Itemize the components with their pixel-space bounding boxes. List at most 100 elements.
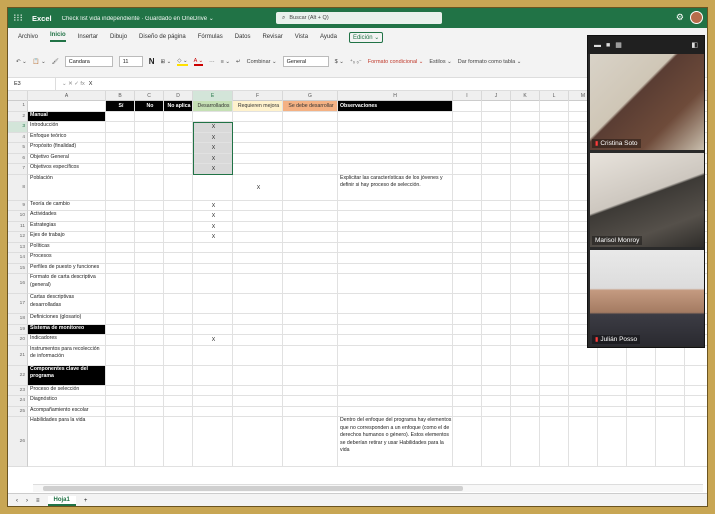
cell-p25[interactable] (656, 406, 685, 417)
cell-h4[interactable] (338, 132, 453, 143)
row-header[interactable]: 25 (8, 406, 28, 417)
cell-l6[interactable] (540, 153, 569, 164)
column-header-j[interactable]: J (482, 91, 511, 101)
cell-d26[interactable] (164, 417, 193, 467)
column-header-d[interactable]: D (164, 91, 193, 101)
cell-g22[interactable] (283, 365, 338, 386)
cell-j6[interactable] (482, 153, 511, 164)
wrap-icon[interactable]: ↵ (236, 59, 241, 65)
cell-e18[interactable] (193, 314, 233, 325)
cell-b10[interactable] (106, 211, 135, 222)
row-header[interactable]: 15 (8, 263, 28, 274)
cell-q23[interactable] (685, 386, 707, 396)
cell-l22[interactable] (540, 365, 569, 386)
cell-j22[interactable] (482, 365, 511, 386)
cell-c7[interactable] (135, 164, 164, 175)
menu-item-inicio[interactable]: Inicio (50, 32, 66, 42)
cell-b24[interactable] (106, 396, 135, 407)
fill-color-icon[interactable]: ◇ ⌄ (177, 58, 188, 66)
cell-l13[interactable] (540, 242, 569, 253)
cell-a14[interactable]: Procesos (28, 253, 106, 264)
cell-n22[interactable] (598, 365, 627, 386)
cell-k19[interactable] (511, 324, 540, 335)
cell-d22[interactable] (164, 365, 193, 386)
cell-g19[interactable] (283, 324, 338, 335)
cell-a22[interactable]: Componentes clave del programa (28, 365, 106, 386)
cell-j20[interactable] (482, 335, 511, 346)
row-header[interactable]: 2 (8, 111, 28, 122)
row-header[interactable]: 26 (8, 417, 28, 467)
cell-e20[interactable]: X (193, 335, 233, 346)
avatar[interactable] (690, 11, 703, 24)
cell-h11[interactable] (338, 221, 453, 232)
cell-g7[interactable] (283, 164, 338, 175)
cell-b19[interactable] (106, 324, 135, 335)
cell-c16[interactable] (135, 274, 164, 294)
cell-a26[interactable]: Habilidades para la vida (28, 417, 106, 467)
cell-c18[interactable] (135, 314, 164, 325)
cell-k20[interactable] (511, 335, 540, 346)
cell-c1[interactable]: No (135, 101, 164, 112)
cell-b8[interactable] (106, 174, 135, 201)
cell-b23[interactable] (106, 385, 135, 396)
cell-f7[interactable] (233, 164, 283, 175)
cell-i13[interactable] (453, 242, 482, 253)
cell-b11[interactable] (106, 221, 135, 232)
cell-g3[interactable] (283, 122, 338, 133)
cell-b26[interactable] (106, 417, 135, 467)
cell-o26[interactable] (627, 417, 656, 467)
cell-m23[interactable] (569, 385, 598, 396)
cell-j17[interactable] (482, 294, 511, 314)
cell-e17[interactable] (193, 294, 233, 314)
cell-m22[interactable] (569, 365, 598, 386)
cell-e7[interactable]: X (193, 164, 233, 175)
column-header-e[interactable]: E (193, 91, 233, 101)
cell-b15[interactable] (106, 263, 135, 274)
cell-j2[interactable] (482, 111, 511, 122)
cell-d17[interactable] (164, 294, 193, 314)
add-sheet-icon[interactable]: + (84, 498, 88, 504)
cell-d23[interactable] (164, 385, 193, 396)
cell-i25[interactable] (453, 406, 482, 417)
cell-g8[interactable] (283, 174, 338, 201)
cell-a7[interactable]: Objetivos específicos (28, 164, 106, 175)
cell-j7[interactable] (482, 164, 511, 175)
cell-m21[interactable] (569, 345, 598, 366)
cell-j18[interactable] (482, 314, 511, 325)
prev-sheet-icon[interactable]: ‹ (16, 498, 18, 504)
cell-g11[interactable] (283, 221, 338, 232)
cell-d9[interactable] (164, 200, 193, 211)
cell-c10[interactable] (135, 211, 164, 222)
cell-h15[interactable] (338, 263, 453, 274)
cell-i2[interactable] (453, 111, 482, 122)
cell-l1[interactable] (540, 101, 569, 112)
cell-b5[interactable] (106, 143, 135, 154)
cell-e9[interactable]: X (193, 200, 233, 211)
cell-i23[interactable] (453, 385, 482, 396)
cell-j1[interactable] (482, 101, 511, 112)
cell-c4[interactable] (135, 132, 164, 143)
cell-n21[interactable] (598, 345, 627, 366)
cell-k6[interactable] (511, 153, 540, 164)
cell-e10[interactable]: X (193, 211, 233, 222)
cell-i20[interactable] (453, 335, 482, 346)
cell-m26[interactable] (569, 417, 598, 467)
cell-d7[interactable] (164, 164, 193, 175)
cell-h20[interactable] (338, 335, 453, 346)
cell-f12[interactable] (233, 232, 283, 243)
cell-l14[interactable] (540, 253, 569, 264)
minimize-icon[interactable]: ▬ (594, 42, 601, 49)
cell-b7[interactable] (106, 164, 135, 175)
cell-p23[interactable] (656, 385, 685, 396)
undo-icon[interactable]: ↶ ⌄ (16, 59, 27, 65)
cell-h23[interactable] (338, 385, 453, 396)
cell-g26[interactable] (283, 417, 338, 467)
cell-j9[interactable] (482, 200, 511, 211)
row-header[interactable]: 1 (8, 101, 28, 112)
cell-o24[interactable] (627, 396, 656, 407)
cell-l24[interactable] (540, 396, 569, 407)
cell-l3[interactable] (540, 122, 569, 133)
cell-a18[interactable]: Definiciones (glosario) (28, 314, 106, 325)
cell-k9[interactable] (511, 200, 540, 211)
cell-k13[interactable] (511, 242, 540, 253)
